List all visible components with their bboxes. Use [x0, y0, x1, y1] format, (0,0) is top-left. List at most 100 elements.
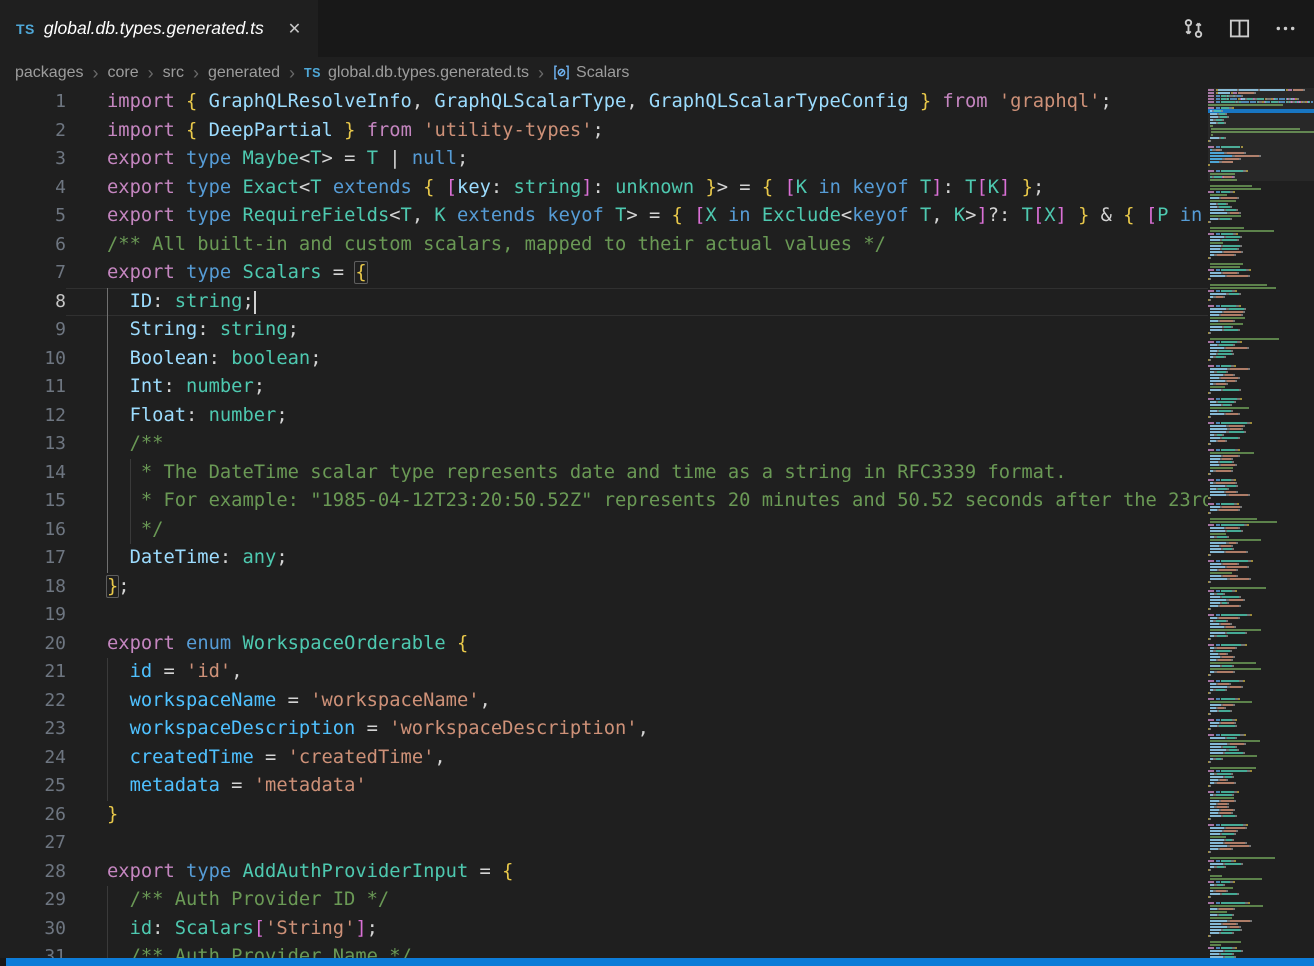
- line-number: 13: [0, 430, 66, 459]
- indent-guide: [107, 288, 108, 317]
- code-line-14[interactable]: 14 * The DateTime scalar type represents…: [0, 459, 1208, 488]
- minimap[interactable]: [1208, 88, 1314, 958]
- line-number: 21: [0, 658, 66, 687]
- line-number: 2: [0, 117, 66, 146]
- code-line-11[interactable]: 11 Int: number;: [0, 373, 1208, 402]
- indent-guide: [107, 544, 108, 573]
- chevron-right-icon: ›: [538, 64, 544, 82]
- accent-bar: [6, 958, 1314, 966]
- line-number: 5: [0, 202, 66, 231]
- code-line-16[interactable]: 16 */: [0, 516, 1208, 545]
- indent-guide: [107, 430, 108, 459]
- indent-guide: [107, 402, 108, 431]
- line-number: 27: [0, 829, 66, 858]
- chevron-right-icon: ›: [148, 64, 154, 82]
- typescript-icon: TS: [304, 66, 321, 80]
- indent-guide: [107, 487, 108, 516]
- tab-global-db-types-generated[interactable]: TS global.db.types.generated.ts ✕: [0, 0, 318, 57]
- code-line-9[interactable]: 9 String: string;: [0, 316, 1208, 345]
- breadcrumb: packages › core › src › generated › TS global.db.…: [0, 57, 1314, 88]
- line-number: 17: [0, 544, 66, 573]
- tab-title: global.db.types.generated.ts: [44, 18, 264, 39]
- line-number: 24: [0, 744, 66, 773]
- code-line-17[interactable]: 17 DateTime: any;: [0, 544, 1208, 573]
- code-line-8[interactable]: 8 ID: string;: [0, 288, 1208, 317]
- line-number: 18: [0, 573, 66, 602]
- code-line-15[interactable]: 15 * For example: "1985-04-12T23:20:50.5…: [0, 487, 1208, 516]
- line-number: 1: [0, 88, 66, 117]
- indent-guide: [107, 658, 108, 687]
- code-line-6[interactable]: 6/** All built-in and custom scalars, ma…: [0, 231, 1208, 260]
- editor-group: 1import { GraphQLResolveInfo, GraphQLSca…: [0, 88, 1314, 958]
- code-line-19[interactable]: 19: [0, 601, 1208, 630]
- breadcrumb-item-packages[interactable]: packages: [15, 64, 84, 82]
- indent-guide: [107, 316, 108, 345]
- code-line-7[interactable]: 7export type Scalars = {: [0, 259, 1208, 288]
- code-line-24[interactable]: 24 createdTime = 'createdTime',: [0, 744, 1208, 773]
- code-line-5[interactable]: 5export type RequireFields<T, K extends …: [0, 202, 1208, 231]
- line-number: 28: [0, 858, 66, 887]
- line-number: 9: [0, 316, 66, 345]
- line-number: 29: [0, 886, 66, 915]
- line-number: 31: [0, 943, 66, 958]
- tab-bar: TS global.db.types.generated.ts ✕: [0, 0, 1314, 57]
- minimap-slider[interactable]: [1208, 88, 1314, 181]
- indent-guide: [107, 943, 108, 958]
- indent-guide: [107, 373, 108, 402]
- indent-guide: [107, 772, 108, 801]
- line-number: 4: [0, 174, 66, 203]
- chevron-right-icon: ›: [93, 64, 99, 82]
- line-number: 16: [0, 516, 66, 545]
- code-line-26[interactable]: 26}: [0, 801, 1208, 830]
- code-line-29[interactable]: 29 /** Auth Provider ID */: [0, 886, 1208, 915]
- code-line-13[interactable]: 13 /**: [0, 430, 1208, 459]
- code-line-2[interactable]: 2import { DeepPartial } from 'utility-ty…: [0, 117, 1208, 146]
- line-number: 23: [0, 715, 66, 744]
- code-line-31[interactable]: 31 /** Auth Provider Name */: [0, 943, 1208, 958]
- vscode-window: TS global.db.types.generated.ts ✕: [0, 0, 1314, 966]
- line-number: 12: [0, 402, 66, 431]
- split-editor-icon[interactable]: [1224, 14, 1254, 44]
- line-number: 8: [0, 288, 66, 317]
- line-number: 6: [0, 231, 66, 260]
- indent-guide: [107, 459, 108, 488]
- code-line-27[interactable]: 27: [0, 829, 1208, 858]
- code-line-4[interactable]: 4export type Exact<T extends { [key: str…: [0, 174, 1208, 203]
- line-number: 14: [0, 459, 66, 488]
- breadcrumb-symbol-scalars[interactable]: Scalars: [576, 64, 629, 82]
- line-number: 15: [0, 487, 66, 516]
- breadcrumb-item-generated[interactable]: generated: [208, 64, 280, 82]
- line-number: 3: [0, 145, 66, 174]
- breadcrumb-item-src[interactable]: src: [163, 64, 184, 82]
- breadcrumb-item-core[interactable]: core: [108, 64, 139, 82]
- breadcrumb-file[interactable]: global.db.types.generated.ts: [328, 64, 529, 82]
- indent-guide: [130, 459, 131, 488]
- more-actions-icon[interactable]: [1270, 14, 1300, 44]
- editor-actions: [1178, 0, 1314, 57]
- code-area[interactable]: 1import { GraphQLResolveInfo, GraphQLSca…: [0, 88, 1208, 958]
- indent-guide: [107, 687, 108, 716]
- chevron-right-icon: ›: [289, 64, 295, 82]
- code-line-10[interactable]: 10 Boolean: boolean;: [0, 345, 1208, 374]
- code-line-18[interactable]: 18};: [0, 573, 1208, 602]
- line-number: 19: [0, 601, 66, 630]
- line-number: 7: [0, 259, 66, 288]
- line-number: 25: [0, 772, 66, 801]
- code-line-20[interactable]: 20export enum WorkspaceOrderable {: [0, 630, 1208, 659]
- tab-close-icon[interactable]: ✕: [283, 18, 306, 40]
- code-line-25[interactable]: 25 metadata = 'metadata': [0, 772, 1208, 801]
- indent-guide: [130, 516, 131, 545]
- code-line-3[interactable]: 3export type Maybe<T> = T | null;: [0, 145, 1208, 174]
- code-line-22[interactable]: 22 workspaceName = 'workspaceName',: [0, 687, 1208, 716]
- code-line-28[interactable]: 28export type AddAuthProviderInput = {: [0, 858, 1208, 887]
- line-number: 11: [0, 373, 66, 402]
- open-changes-icon[interactable]: [1178, 14, 1208, 44]
- indent-guide: [107, 886, 108, 915]
- code-line-12[interactable]: 12 Float: number;: [0, 402, 1208, 431]
- code-line-30[interactable]: 30 id: Scalars['String'];: [0, 915, 1208, 944]
- indent-guide: [107, 516, 108, 545]
- code-line-23[interactable]: 23 workspaceDescription = 'workspaceDesc…: [0, 715, 1208, 744]
- code-line-21[interactable]: 21 id = 'id',: [0, 658, 1208, 687]
- code-line-1[interactable]: 1import { GraphQLResolveInfo, GraphQLSca…: [0, 88, 1208, 117]
- line-number: 22: [0, 687, 66, 716]
